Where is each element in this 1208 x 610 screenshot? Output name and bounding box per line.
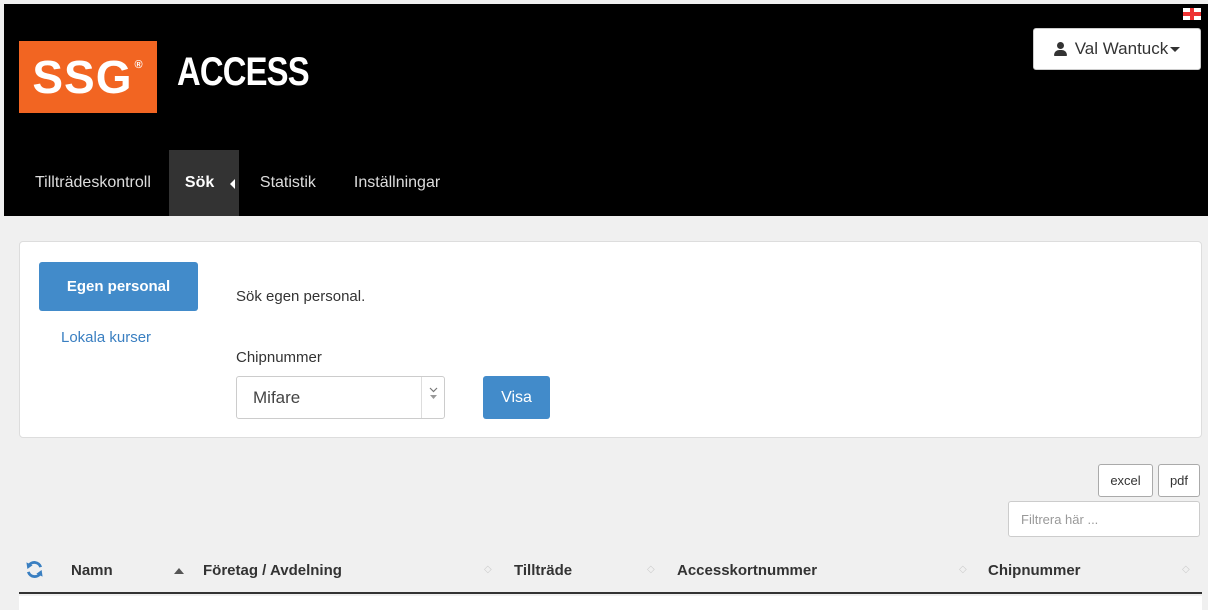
chipnummer-select[interactable]: Mifare [236, 376, 445, 419]
sort-unsorted-icon[interactable]: ◇ [959, 562, 967, 578]
user-name: Val Wantuck [1074, 39, 1169, 58]
select-arrows-icon [421, 377, 444, 418]
chipnummer-label: Chipnummer [236, 349, 322, 366]
visa-button[interactable]: Visa [483, 376, 550, 419]
nav-item-label: Inställningar [353, 174, 441, 191]
nav-item-label: Tillträdeskontroll [35, 174, 151, 191]
pdf-export-button[interactable]: pdf [1158, 464, 1200, 497]
refresh-icon[interactable] [25, 560, 44, 579]
logo-registered-mark: ® [134, 59, 144, 71]
nav-item-label: Statistik [259, 174, 316, 191]
flag-icon[interactable] [1183, 8, 1201, 20]
sort-ascending-icon[interactable] [174, 568, 184, 574]
panel-description: Sök egen personal. [236, 288, 366, 305]
main-nav: Tillträdeskontroll Sök Statistik Inställ… [4, 150, 454, 216]
ssg-logo[interactable]: SSG ® [19, 41, 157, 113]
search-panel: Egen personal Lokala kurser Sök egen per… [19, 241, 1202, 438]
sort-unsorted-icon[interactable]: ◇ [484, 562, 492, 578]
sort-unsorted-icon[interactable]: ◇ [647, 562, 655, 578]
nav-item-statistik[interactable]: Statistik [239, 150, 330, 216]
nav-item-tilltradeskontroll[interactable]: Tillträdeskontroll [4, 150, 169, 216]
column-header-namn[interactable]: Namn [71, 562, 113, 579]
egen-personal-button[interactable]: Egen personal [39, 262, 198, 311]
nav-item-sok[interactable]: Sök [168, 150, 239, 216]
table-body [19, 596, 1202, 610]
lokala-kurser-link[interactable]: Lokala kurser [61, 329, 151, 346]
user-icon [1053, 42, 1067, 56]
chip-select-value: Mifare [253, 387, 301, 407]
caret-down-icon [1170, 46, 1181, 52]
nav-item-installningar[interactable]: Inställningar [330, 150, 454, 216]
excel-export-button[interactable]: excel [1098, 464, 1153, 497]
column-header-accesskortnummer[interactable]: Accesskortnummer [677, 562, 817, 579]
brand-title: ACCESS [177, 50, 310, 94]
logo-text: SSG [32, 51, 133, 103]
column-header-foretag[interactable]: Företag / Avdelning [203, 562, 342, 579]
user-menu-button[interactable]: Val Wantuck [1033, 28, 1201, 70]
nav-item-label: Sök [184, 174, 215, 191]
filter-input[interactable] [1008, 501, 1200, 537]
column-header-tilltrade[interactable]: Tillträde [514, 562, 572, 579]
table-header: Namn Företag / Avdelning ◇ Tillträde ◇ A… [19, 548, 1202, 594]
active-arrow-icon [229, 179, 235, 189]
sort-unsorted-icon[interactable]: ◇ [1182, 562, 1190, 578]
column-header-chipnummer[interactable]: Chipnummer [988, 562, 1081, 579]
